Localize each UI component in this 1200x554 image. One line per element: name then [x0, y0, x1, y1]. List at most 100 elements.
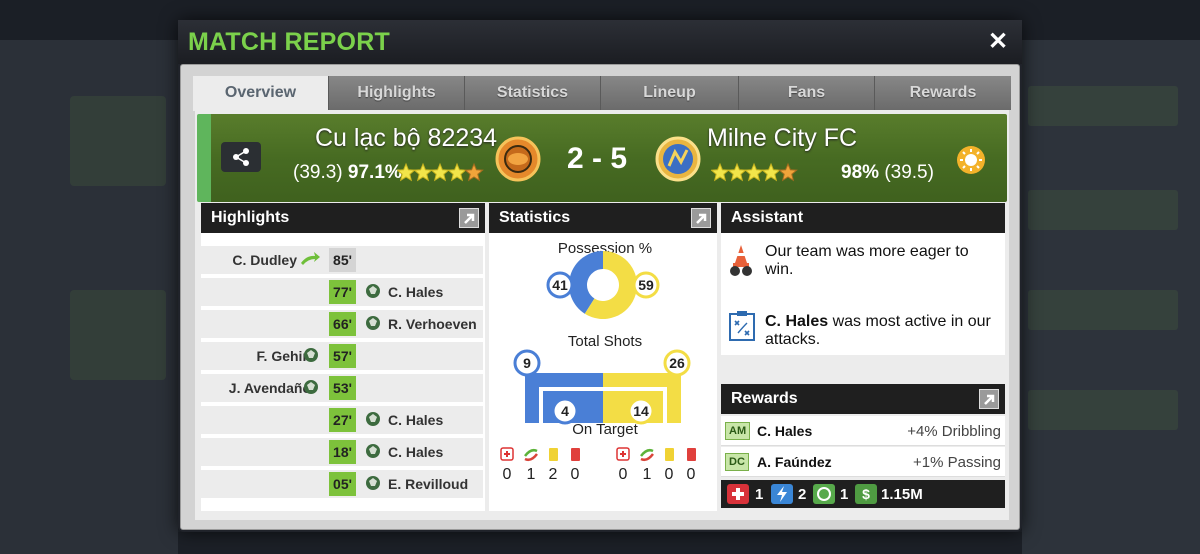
highlights-title: Highlights	[211, 209, 290, 226]
highlight-row[interactable]: 18' C. Hales	[201, 438, 483, 466]
medical-count: 1	[755, 486, 764, 503]
sun-icon	[957, 146, 985, 174]
goal-icon	[303, 379, 319, 400]
on-target-label: On Target	[572, 421, 638, 438]
goal-ball-icon	[304, 348, 318, 362]
goal-ball-icon	[366, 476, 380, 490]
bucks-icon	[813, 484, 835, 504]
event-player-name: C. Dudley	[232, 252, 297, 268]
tab-rewards[interactable]: Rewards	[875, 76, 1011, 110]
background-bottom-bar	[178, 532, 1022, 554]
highlights-list: 85' C. Dudley 77' C. Hales 66' R. Verhoeven 57…	[201, 245, 485, 509]
goal-icon	[365, 443, 381, 464]
svg-text:$: $	[862, 486, 870, 502]
away-team-stars	[710, 159, 801, 192]
bucks-count: 1	[840, 486, 849, 503]
yellow-card-icon	[549, 448, 558, 461]
home-rating-percent: 97.1%	[347, 162, 402, 183]
statistics-expand-button[interactable]	[691, 208, 711, 228]
cones-icon	[727, 243, 755, 282]
away-card-count: 0	[619, 466, 628, 483]
reward-player-name[interactable]: C. Hales	[757, 423, 812, 439]
on-target-away-value: 14	[633, 403, 649, 419]
home-card-count: 0	[503, 466, 512, 483]
match-score: 2 - 5	[567, 142, 628, 175]
tab-highlights[interactable]: Highlights	[329, 76, 465, 110]
tab-overview[interactable]: Overview	[193, 76, 329, 111]
share-icon	[233, 148, 249, 166]
away-rating-value: (39.5)	[884, 162, 934, 183]
assistant-message-2: C. Hales was most active in our attacks.	[765, 313, 1001, 349]
home-stars-graphic	[396, 162, 484, 182]
energy-count: 2	[798, 486, 807, 503]
rating-star-icon	[710, 162, 730, 182]
expand-arrow-icon	[696, 213, 707, 224]
goal-ball-icon	[304, 380, 318, 394]
statistics-graphic: 41 599 264 140 1 2 0 0 1 0 0	[500, 251, 696, 483]
energy-icon	[771, 484, 793, 504]
goal-icon	[303, 347, 319, 368]
rating-star-icon	[396, 162, 416, 182]
rating-star-icon	[761, 162, 781, 182]
money-icon: $	[855, 484, 877, 504]
weather-indicator[interactable]	[955, 144, 987, 181]
tab-lineup[interactable]: Lineup	[601, 76, 739, 110]
rating-star-icon	[727, 162, 747, 182]
event-player-name: C. Hales	[388, 284, 444, 300]
reward-player-name[interactable]: A. Faúndez	[757, 454, 832, 470]
rewards-title: Rewards	[731, 390, 798, 407]
goal-icon	[365, 315, 381, 336]
tab-statistics[interactable]: Statistics	[465, 76, 601, 110]
tab-fans[interactable]: Fans	[739, 76, 875, 110]
highlight-row[interactable]: 85' C. Dudley	[201, 246, 483, 274]
highlight-row[interactable]: 53' J. Avendaño	[201, 374, 483, 402]
share-button[interactable]	[221, 142, 261, 172]
on-target-home-value: 4	[561, 403, 569, 419]
shots-away-value: 26	[669, 355, 685, 371]
away-rating-percent: 98%	[841, 162, 880, 183]
statistics-header: Statistics	[489, 203, 717, 233]
dialog-body: Overview Highlights Statistics Lineup Fa…	[180, 64, 1020, 530]
rating-star-icon	[413, 162, 433, 182]
rewards-header: Rewards	[721, 384, 1005, 414]
highlight-row[interactable]: 57' F. Gehin	[201, 342, 483, 370]
away-card-count: 0	[665, 466, 674, 483]
event-minute: 05'	[329, 472, 356, 496]
substitution-arrow-icon	[301, 252, 320, 265]
highlight-row[interactable]: 77' C. Hales	[201, 278, 483, 306]
highlights-expand-button[interactable]	[459, 208, 479, 228]
goal-icon	[365, 475, 381, 496]
rating-star-icon	[464, 162, 484, 182]
possession-away-value: 59	[638, 277, 654, 293]
goal-ball-icon	[366, 316, 380, 330]
highlight-row[interactable]: 66' R. Verhoeven	[201, 310, 483, 338]
away-card-count: 0	[687, 466, 696, 483]
highlight-row[interactable]: 05' E. Revilloud	[201, 470, 483, 498]
highlight-row[interactable]: 27' C. Hales	[201, 406, 483, 434]
home-team-badge[interactable]	[495, 136, 541, 187]
away-stars-graphic	[710, 162, 798, 182]
position-badge: AM	[725, 422, 751, 440]
home-team-name: Cu lạc bộ 82234	[315, 124, 498, 152]
statistics-title: Statistics	[499, 209, 571, 226]
event-minute: 85'	[329, 248, 356, 272]
rewards-totals: 1 2 1 $ 1.15M	[721, 480, 1005, 508]
assistant-message-2-text-end: attacks.	[765, 331, 821, 348]
rating-star-icon	[447, 162, 467, 182]
reward-row: AM C. Hales +4% Dribbling	[721, 416, 1005, 446]
goal-ball-icon	[366, 412, 380, 426]
event-minute: 57'	[329, 344, 356, 368]
away-badge-icon	[655, 136, 701, 182]
dialog-header: MATCH REPORT ✕	[178, 20, 1022, 64]
event-minute: 18'	[329, 440, 356, 464]
home-team-rating: (39.3) 97.1%	[293, 162, 402, 184]
goal-ball-icon	[366, 444, 380, 458]
event-minute: 77'	[329, 280, 356, 304]
rewards-expand-button[interactable]	[979, 389, 999, 409]
cards-icons	[500, 447, 696, 462]
event-player-name: R. Verhoeven	[388, 316, 477, 332]
close-button[interactable]: ✕	[976, 20, 1020, 64]
highlights-header: Highlights	[201, 203, 485, 233]
away-team-badge[interactable]	[655, 136, 701, 187]
event-player-name: C. Hales	[388, 412, 444, 428]
